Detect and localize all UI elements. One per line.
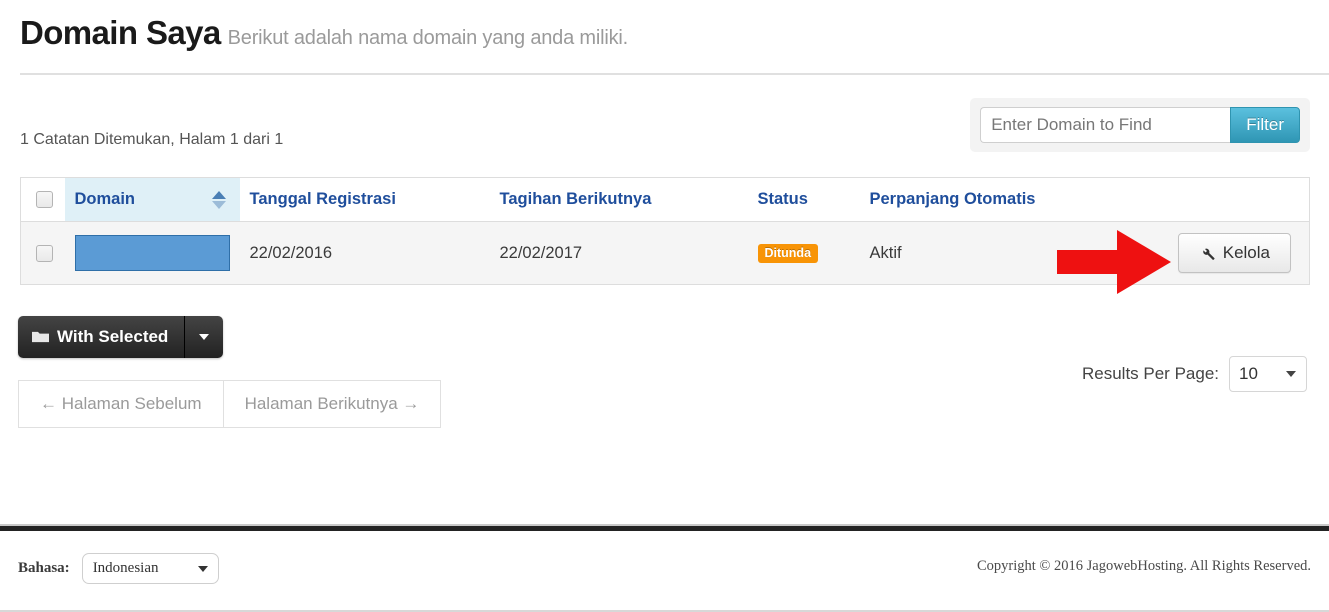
page-footer: Bahasa: Indonesian Copyright © 2016 Jago… bbox=[0, 531, 1329, 612]
with-selected-label: With Selected bbox=[57, 327, 169, 346]
page-header: Domain Saya Berikut adalah nama domain ya… bbox=[20, 14, 1315, 66]
results-per-page: Results Per Page: 10 bbox=[1082, 356, 1307, 392]
folder-icon bbox=[32, 331, 49, 343]
column-domain-label: Domain bbox=[74, 190, 136, 208]
column-next-due-date[interactable]: Tagihan Berikutnya bbox=[489, 177, 748, 222]
footer-divider bbox=[0, 524, 1329, 531]
column-status[interactable]: Status bbox=[747, 177, 860, 222]
cell-registration-date: 22/02/2016 bbox=[239, 221, 490, 285]
redacted-domain-name bbox=[74, 235, 230, 271]
language-value: Indonesian bbox=[92, 560, 159, 576]
column-actions bbox=[1089, 177, 1310, 222]
with-selected-button[interactable]: With Selected bbox=[18, 316, 185, 358]
language-select[interactable]: Indonesian bbox=[81, 553, 219, 584]
with-selected-dropdown[interactable]: With Selected bbox=[18, 316, 224, 358]
status-badge: Ditunda bbox=[757, 243, 819, 264]
domains-table: Domain Tanggal Registrasi Tagihan Beriku… bbox=[20, 177, 1310, 285]
chevron-down-icon bbox=[197, 565, 208, 572]
row-select-cell[interactable] bbox=[20, 221, 65, 285]
table-header-row: Domain Tanggal Registrasi Tagihan Beriku… bbox=[20, 177, 1310, 222]
sort-arrows-icon[interactable] bbox=[211, 190, 226, 209]
previous-page-button[interactable]: ← Halaman Sebelum bbox=[18, 380, 224, 428]
table-header: Domain Tanggal Registrasi Tagihan Beriku… bbox=[20, 177, 1310, 222]
results-per-page-label: Results Per Page: bbox=[1081, 364, 1219, 383]
results-per-page-select[interactable]: 10 bbox=[1229, 356, 1307, 392]
header-divider bbox=[20, 73, 1329, 75]
domain-filter-panel: Filter bbox=[970, 98, 1310, 152]
domain-list-page: Domain Saya Berikut adalah nama domain ya… bbox=[0, 0, 1329, 612]
column-select-all[interactable] bbox=[20, 177, 65, 222]
cell-domain[interactable] bbox=[64, 221, 240, 285]
row-checkbox[interactable] bbox=[36, 244, 54, 262]
chevron-down-icon bbox=[199, 334, 210, 340]
pagination: ← Halaman Sebelum Halaman Berikutnya → bbox=[18, 380, 442, 428]
filter-button[interactable]: Filter bbox=[1230, 107, 1300, 143]
language-selector-group: Bahasa: Indonesian bbox=[18, 553, 219, 584]
wrench-icon bbox=[1202, 248, 1215, 260]
domain-search-input[interactable] bbox=[980, 107, 1231, 143]
language-label: Bahasa: bbox=[18, 560, 70, 576]
sort-descending-icon[interactable] bbox=[211, 200, 226, 209]
chevron-down-icon bbox=[1286, 371, 1296, 377]
sort-ascending-icon[interactable] bbox=[211, 190, 226, 199]
records-summary: 1 Catatan Ditemukan, Halam 1 dari 1 bbox=[20, 131, 284, 148]
cell-next-due-date: 22/02/2017 bbox=[489, 221, 748, 285]
manage-button[interactable]: Kelola bbox=[1177, 233, 1291, 273]
next-page-button[interactable]: Halaman Berikutnya → bbox=[223, 380, 442, 428]
table-body: 22/02/2016 22/02/2017 Ditunda Aktif Kelo… bbox=[20, 221, 1310, 285]
copyright-text: Copyright © 2016 JagowebHosting. All Rig… bbox=[976, 558, 1311, 574]
cell-status: Ditunda bbox=[747, 221, 860, 285]
page-title: Domain Saya bbox=[20, 14, 221, 51]
column-registration-date[interactable]: Tanggal Registrasi bbox=[239, 177, 490, 222]
results-per-page-value: 10 bbox=[1239, 364, 1258, 383]
cell-actions: Kelola bbox=[1089, 221, 1310, 285]
cell-auto-renew: Aktif bbox=[859, 221, 1090, 285]
page-subtitle: Berikut adalah nama domain yang anda mil… bbox=[227, 27, 629, 49]
manage-button-label: Kelola bbox=[1222, 243, 1270, 262]
table-row[interactable]: 22/02/2016 22/02/2017 Ditunda Aktif Kelo… bbox=[20, 221, 1310, 285]
column-auto-renew[interactable]: Perpanjang Otomatis bbox=[859, 177, 1090, 222]
select-all-checkbox[interactable] bbox=[36, 191, 54, 209]
with-selected-caret-button[interactable] bbox=[184, 316, 224, 358]
column-domain[interactable]: Domain bbox=[64, 177, 240, 222]
